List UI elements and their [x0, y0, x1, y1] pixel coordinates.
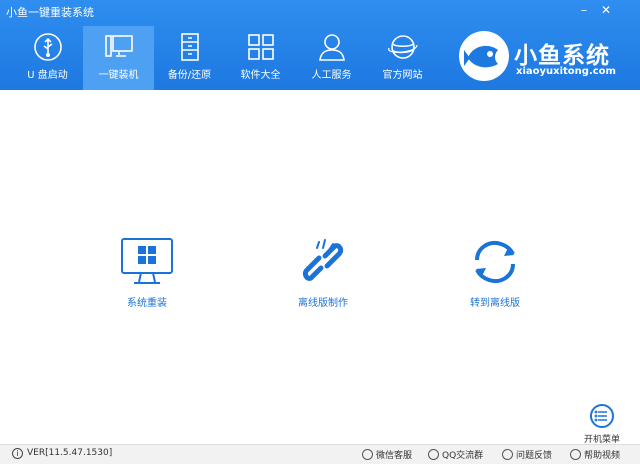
nav-item-official-site[interactable]: 官方网站 — [367, 26, 438, 90]
cabinet-icon — [180, 33, 199, 61]
qq-icon — [428, 449, 439, 460]
list-icon — [590, 404, 614, 428]
status-bar: i VER[11.5.47.1530] 微信客服 QQ交流群 问题反馈 帮助视频 — [0, 444, 640, 464]
nav-item-backup-restore[interactable]: 备份/还原 — [154, 26, 225, 90]
minimize-button[interactable]: – — [576, 3, 592, 17]
planet-icon — [387, 35, 418, 59]
nav-item-software[interactable]: 软件大全 — [225, 26, 296, 90]
wechat-support-link[interactable]: 微信客服 — [362, 448, 412, 461]
nav-label: 软件大全 — [240, 70, 281, 81]
broken-link-icon — [302, 239, 344, 281]
switch-to-offline-button[interactable]: 转到离线版 — [440, 236, 550, 316]
link-label: 问题反馈 — [516, 451, 553, 461]
main-nav: U 盘启动 一键装机 备份/还原 软件大全 人工服务 官方网站 — [12, 26, 438, 90]
person-icon — [318, 34, 345, 61]
link-label: 微信客服 — [376, 451, 413, 461]
grid-icon — [247, 34, 274, 60]
window-title: 小鱼一键重装系统 — [6, 6, 94, 19]
brand-name: 小鱼系统 — [514, 43, 610, 69]
action-label: 转到离线版 — [470, 298, 520, 309]
nav-label: 一键装机 — [98, 70, 139, 81]
help-icon — [570, 449, 581, 460]
windows-monitor-icon — [121, 238, 173, 284]
refresh-icon — [475, 241, 515, 283]
version-info: i VER[11.5.47.1530] — [12, 448, 112, 459]
link-label: 帮助视频 — [584, 451, 621, 461]
nav-item-manual-service[interactable]: 人工服务 — [296, 26, 367, 90]
nav-label: U 盘启动 — [27, 70, 68, 81]
chat-icon — [502, 449, 513, 460]
monitor-icon — [104, 35, 133, 57]
link-label: QQ交流群 — [442, 451, 484, 461]
wechat-icon — [362, 449, 373, 460]
nav-label: 官方网站 — [382, 70, 423, 81]
boot-menu-button[interactable]: 开机菜单 — [580, 404, 624, 445]
fish-logo-icon — [459, 31, 509, 81]
nav-item-usb-boot[interactable]: U 盘启动 — [12, 26, 83, 90]
header-bar: 小鱼一键重装系统 – ✕ U 盘启动 一键装机 备份/还原 软件大全 人工服务 … — [0, 0, 640, 90]
version-text: VER[11.5.47.1530] — [27, 448, 113, 458]
close-button[interactable]: ✕ — [598, 3, 614, 17]
make-offline-version-button[interactable]: 离线版制作 — [268, 236, 378, 316]
action-label: 系统重装 — [127, 298, 167, 309]
nav-label: 人工服务 — [311, 70, 352, 81]
usb-icon — [33, 33, 62, 61]
nav-item-one-click-install[interactable]: 一键装机 — [83, 26, 154, 90]
brand-logo: 小鱼系统 xiaoyuxitong.com — [458, 30, 638, 82]
action-label: 离线版制作 — [298, 298, 348, 309]
help-video-link[interactable]: 帮助视频 — [570, 448, 620, 461]
info-icon: i — [12, 448, 23, 459]
qq-group-link[interactable]: QQ交流群 — [428, 448, 483, 461]
system-reinstall-button[interactable]: 系统重装 — [92, 236, 202, 316]
brand-url: xiaoyuxitong.com — [516, 66, 616, 77]
feedback-link[interactable]: 问题反馈 — [502, 448, 552, 461]
nav-label: 备份/还原 — [167, 70, 212, 81]
